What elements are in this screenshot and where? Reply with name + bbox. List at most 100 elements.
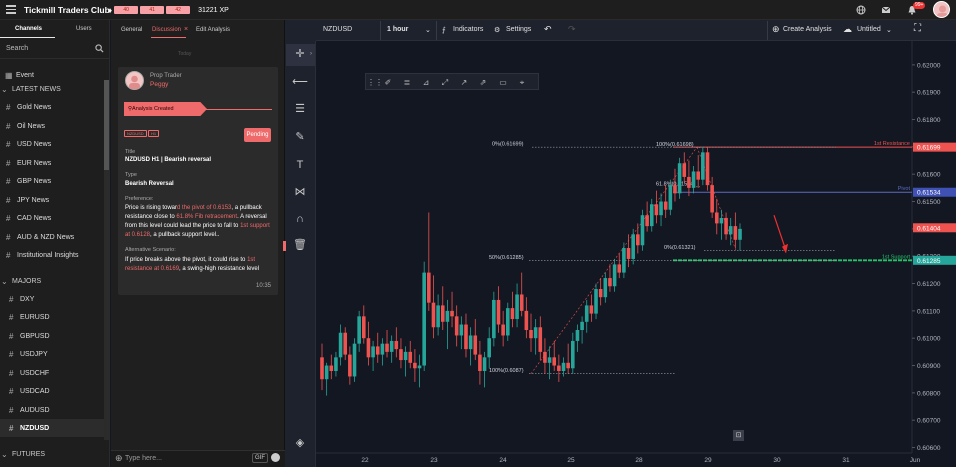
line-style-icon[interactable]: ⤢ — [439, 77, 451, 88]
ray-icon[interactable]: ↗ — [458, 77, 470, 88]
symbol-search[interactable]: NZDUSD — [323, 26, 352, 33]
gif-button[interactable]: GIF — [252, 453, 268, 463]
plus-circle-icon[interactable]: ⊕ — [772, 24, 780, 35]
sidebar-scroll-thumb[interactable] — [104, 80, 109, 170]
close-tab-icon[interactable]: × — [184, 26, 188, 33]
list-icon[interactable]: ≣ — [401, 77, 413, 88]
indicators-button[interactable]: Indicators — [453, 26, 483, 33]
user-avatar[interactable] — [933, 1, 950, 18]
hash-icon: # — [6, 213, 11, 223]
panel-resize-handle[interactable] — [283, 241, 286, 251]
tab-discussion[interactable]: Discussion — [152, 27, 181, 33]
channel-item[interactable]: # EURUSD — [0, 308, 110, 326]
channel-item[interactable]: # DXY — [0, 290, 110, 308]
floating-drawing-toolbar: ⋮⋮ ✐ ≣ ⊿ ⤢ ↗ ⇗ ▭ ⌖ — [365, 73, 539, 90]
channel-item[interactable]: # Institutional Insights — [0, 246, 110, 264]
search-input[interactable]: Search — [6, 45, 28, 52]
channel-item[interactable]: # USDCHF — [0, 364, 110, 382]
candle-body — [450, 310, 454, 317]
xp-level-segment: 40 — [114, 6, 139, 14]
tab-edit-analysis[interactable]: Edit Analysis — [196, 27, 230, 33]
price-chart[interactable]: 0.620000.619000.618000.617000.616000.615… — [316, 41, 956, 467]
channel-item[interactable]: # GBPUSD — [0, 327, 110, 345]
channel-item[interactable]: # USD News — [0, 135, 110, 153]
chevron-down-icon[interactable]: ⌄ — [886, 26, 892, 34]
candle-body — [417, 365, 422, 369]
search-icon[interactable] — [95, 44, 104, 53]
candle-body — [403, 351, 408, 361]
x-tick-label: Jun — [910, 457, 921, 464]
candle-body — [427, 272, 431, 303]
author-name[interactable]: Peggy — [150, 81, 168, 88]
hamburger-menu-icon[interactable] — [6, 5, 16, 14]
pending-status-button[interactable]: Pending — [244, 128, 271, 142]
hash-icon: # — [6, 250, 11, 260]
trash-icon[interactable]: 🗑 — [292, 237, 308, 253]
mail-icon[interactable] — [881, 5, 891, 15]
lock-icon[interactable]: ⊡ — [733, 430, 744, 441]
channel-item[interactable]: # GBP News — [0, 172, 110, 190]
channel-item[interactable]: # Gold News — [0, 98, 110, 116]
channel-item[interactable]: # NZDUSD — [0, 419, 110, 437]
layers-icon[interactable]: ◈ — [292, 435, 308, 451]
author-role: Prop Trader — [150, 73, 182, 79]
message-input[interactable]: Type here... — [125, 455, 162, 462]
arrow-icon[interactable]: ⇗ — [477, 77, 489, 88]
crosshair-icon[interactable]: ✛ — [292, 46, 308, 62]
pencil-icon[interactable]: ✐ — [382, 77, 394, 88]
channel-item[interactable]: # USDJPY — [0, 345, 110, 363]
channel-item[interactable]: # CAD News — [0, 209, 110, 227]
gear-icon[interactable]: ⚙ — [494, 26, 500, 34]
channel-item[interactable]: # AUDUSD — [0, 401, 110, 419]
layout-name[interactable]: Untitled — [857, 26, 881, 33]
emoji-icon[interactable] — [271, 453, 280, 462]
fullscreen-icon[interactable]: ⛶ — [914, 23, 921, 34]
cloud-icon[interactable]: ☁ — [843, 24, 852, 35]
x-tick-label: 31 — [842, 457, 850, 464]
chevron-right-icon[interactable]: › — [310, 51, 312, 57]
redo-icon[interactable]: ↷ — [568, 24, 576, 35]
interval-select[interactable]: 1 hour — [387, 26, 408, 33]
brush-icon[interactable]: ✎ — [292, 129, 308, 145]
rectangle-icon[interactable]: ▭ — [497, 77, 509, 88]
y-tick-label: 0.61100 — [917, 308, 940, 315]
candle-body — [701, 152, 705, 180]
tab-users[interactable]: Users — [76, 26, 92, 32]
tab-general[interactable]: General — [121, 27, 142, 33]
trend-line-icon[interactable]: ⟵ — [292, 74, 308, 90]
candle-body — [459, 324, 464, 336]
text-icon[interactable]: T — [292, 157, 308, 173]
crosshair-small-icon[interactable]: ⌖ — [516, 77, 528, 88]
chevron-down-icon[interactable]: ⌄ — [425, 26, 431, 34]
undo-icon[interactable]: ↶ — [544, 24, 552, 35]
candle-body — [659, 201, 663, 216]
channel-item[interactable]: # JPY News — [0, 191, 110, 209]
create-analysis-button[interactable]: Create Analysis — [783, 26, 832, 33]
settings-button[interactable]: Settings — [506, 26, 531, 33]
candle-body — [543, 351, 547, 363]
hash-icon: # — [6, 232, 11, 242]
drag-handle-icon[interactable]: ⋮⋮ — [367, 77, 383, 88]
author-avatar[interactable] — [125, 71, 144, 90]
candle-body — [473, 335, 478, 355]
tab-channels[interactable]: Channels — [15, 26, 42, 32]
toolbar-divider — [380, 21, 381, 40]
channel-item[interactable]: # EUR News — [0, 154, 110, 172]
channel-item[interactable]: # USDCAD — [0, 382, 110, 400]
fill-icon[interactable]: ⊿ — [420, 77, 432, 88]
add-attachment-icon[interactable]: ⊕ — [115, 453, 123, 464]
candle-body — [329, 365, 334, 371]
magnet-icon[interactable]: ∩ — [292, 211, 308, 227]
indicators-icon[interactable]: ⨍ — [442, 26, 446, 34]
channel-item[interactable]: # Oil News — [0, 117, 110, 135]
globe-icon[interactable] — [856, 5, 866, 15]
fib-level-label: 0%(0.61699) — [492, 142, 524, 148]
section-header[interactable]: ⌄ FUTURES — [0, 445, 110, 463]
fib-retracement-icon[interactable]: ☰ — [292, 101, 308, 117]
channel-item[interactable]: # AUD & NZD News — [0, 228, 110, 246]
channel-search[interactable]: Search — [0, 39, 110, 59]
pattern-icon[interactable]: ⋈ — [292, 184, 308, 200]
candle-body — [608, 278, 612, 287]
section-header[interactable]: ⌄ LATEST NEWS — [0, 80, 110, 98]
section-header[interactable]: ⌄ MAJORS — [0, 272, 110, 290]
